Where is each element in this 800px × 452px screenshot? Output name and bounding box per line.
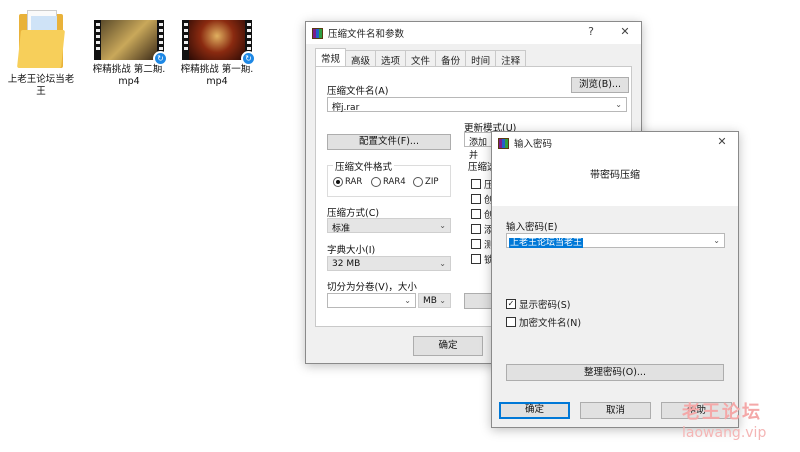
update-mode-value: 添加并 <box>469 138 488 161</box>
chevron-down-icon[interactable]: ⌄ <box>713 236 720 245</box>
format-zip-label: ZIP <box>425 177 439 187</box>
tab-general[interactable]: 常规 <box>315 48 347 66</box>
sync-badge-icon: ↻ <box>241 51 256 66</box>
radio-selected-icon <box>333 177 343 187</box>
close-icon[interactable]: ✕ <box>617 25 633 38</box>
tab-files[interactable]: 文件 <box>405 50 437 67</box>
radio-icon <box>371 177 381 187</box>
format-rar4-radio[interactable]: RAR4 <box>371 177 406 187</box>
video-thumbnail-icon: ↻ <box>182 20 256 66</box>
dict-size-value: 32 MB <box>332 259 361 269</box>
archive-tabs: 常规 高级 选项 文件 备份 时间 注释 <box>315 48 527 67</box>
archive-dialog-titlebar[interactable]: 压缩文件名和参数 ? ✕ <box>306 22 641 44</box>
sync-badge-icon: ↻ <box>153 51 168 66</box>
format-rar4-label: RAR4 <box>383 177 406 187</box>
dict-size-select[interactable]: 32 MB ⌄ <box>327 256 451 271</box>
format-rar-label: RAR <box>345 177 363 187</box>
watermark-logo-text: 老王论坛 <box>682 402 762 423</box>
format-zip-radio[interactable]: ZIP <box>413 177 438 187</box>
chevron-down-icon[interactable]: ⌄ <box>615 100 622 109</box>
checkbox-icon <box>506 317 516 327</box>
archive-name-value: 榨j.rar <box>332 103 360 113</box>
password-value: 上老王论坛当老王 <box>509 238 584 248</box>
tab-time[interactable]: 时间 <box>465 50 497 67</box>
method-value: 标准 <box>332 224 351 234</box>
password-ok-button[interactable]: 确定 <box>499 402 570 419</box>
password-dialog-titlebar[interactable]: 输入密码 ✕ <box>492 132 738 154</box>
desktop-folder[interactable]: 上老王论坛当老王 <box>4 8 78 98</box>
checkbox-icon <box>471 194 481 204</box>
password-heading: 带密码压缩 <box>590 170 640 181</box>
checkbox-icon <box>471 254 481 264</box>
password-cancel-button[interactable]: 取消 <box>580 402 651 419</box>
split-unit-select[interactable]: MB ⌄ <box>418 293 451 308</box>
split-unit-value: MB <box>423 296 437 306</box>
archive-name-input[interactable]: 榨j.rar ⌄ <box>327 97 627 113</box>
tab-advanced[interactable]: 高级 <box>345 50 377 67</box>
winrar-app-icon <box>312 27 323 39</box>
watermark-url: laowang.vip <box>682 425 767 441</box>
checkbox-icon <box>471 224 481 234</box>
tab-backup[interactable]: 备份 <box>435 50 467 67</box>
checkbox-icon <box>471 209 481 219</box>
archive-dialog-title: 压缩文件名和参数 <box>328 29 405 40</box>
winrar-app-icon <box>498 137 509 149</box>
desktop-item-label: 榨精挑战 第二期.mp4 <box>92 64 166 87</box>
archive-ok-button[interactable]: 确定 <box>413 336 483 356</box>
organize-passwords-button[interactable]: 整理密码(O)... <box>506 364 724 381</box>
encrypt-names-checkbox[interactable]: 加密文件名(N) <box>506 315 581 329</box>
password-dialog-title: 输入密码 <box>514 139 553 150</box>
archive-name-label: 压缩文件名(A) <box>327 86 389 97</box>
format-group-label: 压缩文件格式 <box>333 159 395 173</box>
browse-button[interactable]: 浏览(B)... <box>571 77 629 93</box>
password-dialog: 输入密码 ✕ 带密码压缩 输入密码(E) 上老王论坛当老王 ⌄ ✓ 显示密码(S… <box>491 131 739 428</box>
show-password-label: 显示密码(S) <box>519 300 571 311</box>
chevron-down-icon[interactable]: ⌄ <box>439 296 446 305</box>
profiles-button[interactable]: 配置文件(F)... <box>327 134 451 150</box>
encrypt-names-label: 加密文件名(N) <box>519 318 582 329</box>
dict-size-label: 字典大小(I) <box>327 245 376 256</box>
show-password-checkbox[interactable]: ✓ 显示密码(S) <box>506 297 570 311</box>
video-thumbnail-icon: ↻ <box>94 20 168 66</box>
format-rar-radio[interactable]: RAR <box>333 177 362 187</box>
close-icon[interactable]: ✕ <box>714 135 730 148</box>
chevron-down-icon[interactable]: ⌄ <box>439 221 446 230</box>
password-header: 带密码压缩 <box>492 154 738 206</box>
desktop-video-1[interactable]: ↻ 榨精挑战 第一期.mp4 <box>180 8 256 88</box>
split-volume-label: 切分为分卷(V)，大小 <box>327 282 417 293</box>
checkbox-checked-icon: ✓ <box>506 299 516 309</box>
password-label: 输入密码(E) <box>506 222 558 233</box>
method-label: 压缩方式(C) <box>327 208 380 219</box>
folder-icon <box>13 8 69 70</box>
update-mode-select[interactable]: 添加并 <box>464 132 494 161</box>
desktop-item-label: 上老王论坛当老王 <box>7 74 75 97</box>
tab-options[interactable]: 选项 <box>375 50 407 67</box>
tab-comment[interactable]: 注释 <box>495 50 527 67</box>
method-select[interactable]: 标准 ⌄ <box>327 218 451 234</box>
partial-button[interactable] <box>464 293 492 309</box>
chevron-down-icon[interactable]: ⌄ <box>439 259 446 268</box>
help-icon[interactable]: ? <box>583 25 599 38</box>
checkbox-icon <box>471 179 481 189</box>
desktop-item-label: 榨精挑战 第一期.mp4 <box>180 64 254 87</box>
checkbox-icon <box>471 239 481 249</box>
split-size-input[interactable]: ⌄ <box>327 293 416 308</box>
radio-icon <box>413 177 423 187</box>
chevron-down-icon[interactable]: ⌄ <box>404 296 411 305</box>
desktop-video-2[interactable]: ↻ 榨精挑战 第二期.mp4 <box>92 8 168 88</box>
password-input[interactable]: 上老王论坛当老王 ⌄ <box>506 233 725 248</box>
